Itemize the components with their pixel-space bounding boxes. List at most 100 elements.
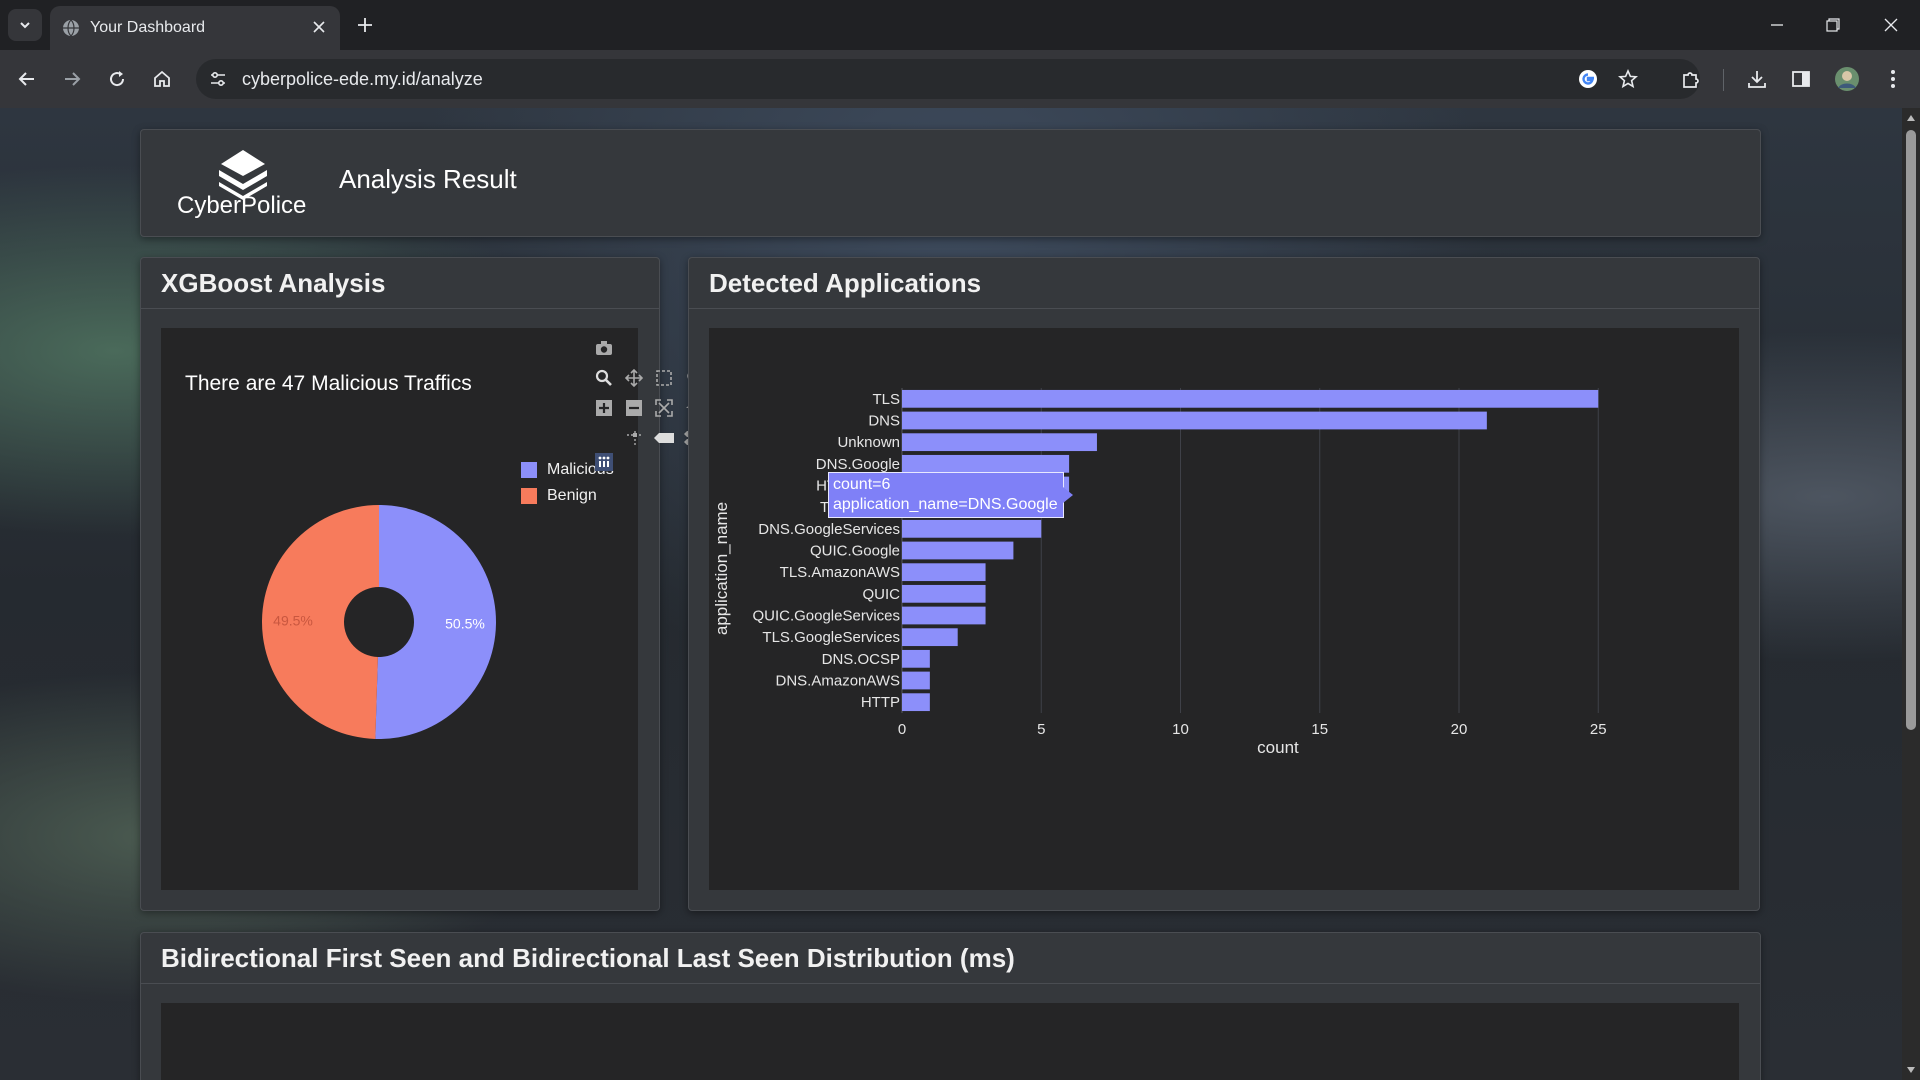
bar-quic-google: [902, 541, 1014, 560]
y-tick-label: QUIC.GoogleServices: [752, 608, 900, 625]
restore-button[interactable]: [1818, 10, 1848, 40]
y-tick-label: QUIC.Google: [810, 543, 900, 560]
star-icon: [1618, 69, 1638, 89]
google-icon: [1579, 70, 1597, 88]
y-tick-label: TLS.AmazonAWS: [780, 564, 900, 581]
pie-plot-area[interactable]: There are 47 Malicious Traffics 50.5% 49.…: [161, 328, 704, 890]
profile-button[interactable]: [1832, 64, 1862, 94]
bar-chart: 0510152025TLSDNSUnknownDNS.GoogleHTTP.OC…: [712, 388, 1607, 757]
header-card: CyberPolice Analysis Result: [140, 129, 1761, 237]
bar-dns-ocsp: [902, 649, 930, 668]
tooltip-arrow: [1063, 487, 1073, 503]
bar-dns: [902, 411, 1487, 430]
browser-toolbar: cyberpolice-ede.my.id/analyze: [0, 50, 1920, 108]
y-tick-label: TLS: [872, 391, 900, 408]
close-icon: [313, 21, 325, 33]
plotly-logo-button[interactable]: [594, 452, 614, 472]
y-tick-label: DNS.OCSP: [822, 651, 900, 668]
scroll-up-button[interactable]: [1905, 112, 1917, 124]
bookmark-button[interactable]: [1616, 67, 1640, 91]
bar-plot-area[interactable]: 0510152025TLSDNSUnknownDNS.GoogleHTTP.OC…: [709, 328, 1739, 890]
scroll-thumb[interactable]: [1906, 130, 1916, 730]
x-tick-label: 0: [898, 721, 906, 738]
card-title: Bidirectional First Seen and Bidirection…: [161, 943, 1015, 973]
y-tick-label: DNS.Google: [816, 456, 900, 473]
zoom-button[interactable]: [594, 368, 614, 388]
download-icon: [1748, 71, 1766, 88]
google-lens-button[interactable]: [1576, 67, 1600, 91]
card-title: Detected Applications: [709, 268, 982, 298]
reload-button[interactable]: [102, 64, 132, 94]
bar-dns-google: [902, 454, 1070, 473]
card-header: Detected Applications: [689, 258, 1759, 309]
logo-text: CyberPolice: [177, 192, 307, 219]
home-icon: [154, 70, 170, 87]
downloads-button[interactable]: [1742, 64, 1772, 94]
y-tick-label: QUIC: [863, 586, 901, 603]
restore-icon: [1826, 18, 1840, 32]
new-tab-button[interactable]: [352, 12, 378, 38]
address-bar[interactable]: cyberpolice-ede.my.id/analyze: [196, 59, 1700, 99]
hover-closest-icon: [654, 433, 674, 443]
site-info-button[interactable]: [206, 67, 230, 91]
minus-square-icon: [626, 400, 642, 416]
box-select-button[interactable]: [654, 368, 674, 388]
zoom-in-button[interactable]: [594, 398, 614, 418]
scroll-down-button[interactable]: [1905, 1064, 1917, 1076]
forward-button[interactable]: [57, 64, 87, 94]
menu-button[interactable]: [1878, 64, 1908, 94]
distribution-plot-area[interactable]: [161, 1003, 1739, 1080]
x-tick-label: 15: [1311, 721, 1328, 738]
hover-closest-button[interactable]: [654, 428, 674, 448]
close-tab-button[interactable]: [308, 16, 330, 38]
minimize-button[interactable]: [1762, 10, 1792, 40]
x-axis-title: count: [1257, 738, 1299, 757]
pie-chart: 50.5% 49.5%: [261, 505, 496, 739]
extensions-button[interactable]: [1676, 64, 1706, 94]
y-axis-title: application_name: [712, 502, 731, 635]
url-text: cyberpolice-ede.my.id/analyze: [242, 69, 483, 89]
bar-unknown: [902, 433, 1097, 452]
pie-slice-label: 49.5%: [273, 613, 313, 629]
back-button[interactable]: [12, 64, 42, 94]
bar-quic-googleservices: [902, 606, 986, 625]
camera-icon: [596, 341, 612, 355]
bar-tls: [902, 389, 1599, 408]
tooltip-count: count=6: [833, 476, 891, 493]
card-header: XGBoost Analysis: [141, 258, 659, 309]
triangle-up-icon: [1907, 115, 1915, 121]
page-title: Analysis Result: [339, 164, 517, 194]
download-plot-button[interactable]: [594, 338, 614, 358]
page-viewport: CyberPolice Analysis Result XGBoost Anal…: [0, 108, 1902, 1080]
side-panel-button[interactable]: [1786, 64, 1816, 94]
move-icon: [625, 369, 643, 387]
x-tick-label: 10: [1172, 721, 1189, 738]
home-button[interactable]: [147, 64, 177, 94]
close-icon: [1884, 18, 1898, 32]
browser-tab[interactable]: Your Dashboard: [50, 6, 340, 50]
card-title: XGBoost Analysis: [161, 268, 386, 298]
bar-dns-googleservices: [902, 519, 1042, 538]
tab-bar: Your Dashboard: [0, 0, 1920, 50]
side-panel-icon: [1792, 71, 1810, 87]
close-window-button[interactable]: [1876, 10, 1906, 40]
legend-item-benign[interactable]: Benign: [521, 486, 597, 506]
plotly-logo-icon: [595, 453, 613, 471]
spike-lines-button[interactable]: [624, 428, 644, 448]
tab-search-button[interactable]: [8, 9, 42, 41]
detected-applications-card: Detected Applications 0 5 10 15 20 25 TLS DNS Un…: [688, 257, 1760, 911]
autoscale-button[interactable]: [654, 398, 674, 418]
toolbar-divider: [1723, 69, 1724, 91]
legend-swatch: [521, 462, 537, 478]
pan-button[interactable]: [624, 368, 644, 388]
arrow-left-icon: [18, 72, 34, 86]
tooltip-application: application_name=DNS.Google: [833, 496, 1058, 513]
legend-swatch: [521, 488, 537, 504]
tab-title: Your Dashboard: [90, 19, 206, 36]
globe-icon: [63, 19, 79, 37]
more-vert-icon: [1891, 70, 1895, 88]
page-scrollbar[interactable]: [1902, 108, 1920, 1080]
bar-quic: [902, 584, 986, 603]
zoom-out-button[interactable]: [624, 398, 644, 418]
bar-http: [902, 693, 930, 712]
